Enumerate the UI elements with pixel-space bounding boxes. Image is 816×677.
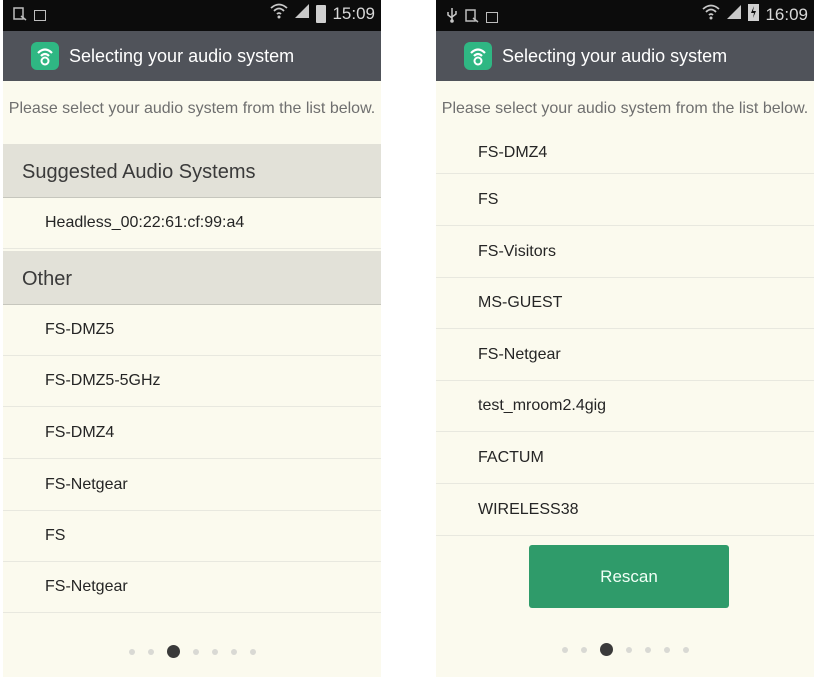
list-item[interactable]: FS [436, 175, 814, 226]
page-dot [663, 646, 670, 653]
wifi-icon [702, 4, 721, 25]
usb-icon [446, 7, 458, 28]
list-item[interactable]: FS-Netgear [3, 562, 381, 613]
list-item[interactable]: FS-DMZ4 [3, 408, 381, 459]
list-item[interactable]: MS-GUEST [436, 278, 814, 329]
image-icon [34, 10, 46, 21]
notification-icon [465, 9, 479, 26]
list-item[interactable]: FS-Visitors [436, 227, 814, 278]
section-header-suggested: Suggested Audio Systems [3, 144, 381, 198]
notification-icon [13, 7, 27, 24]
page-indicator [436, 643, 814, 656]
list-item[interactable]: FS-DMZ4 [436, 124, 814, 174]
page-dot [128, 648, 135, 655]
page-dot [682, 646, 689, 653]
page-dot [211, 648, 218, 655]
page-dot-active [166, 645, 180, 658]
page-indicator [3, 645, 381, 658]
page-dot [147, 648, 154, 655]
phone-screen-2: 16:09 Selecting your audio system Please… [436, 0, 814, 677]
list-item[interactable]: FS-DMZ5 [3, 305, 381, 356]
status-bar: 16:09 [436, 0, 814, 31]
rescan-button[interactable]: Rescan [529, 545, 729, 608]
page-dot-active [599, 643, 613, 656]
status-time: 16:09 [765, 4, 808, 24]
instruction-text: Please select your audio system from the… [8, 100, 376, 117]
page-dot [625, 646, 632, 653]
status-time: 15:09 [332, 3, 375, 23]
section-label: Suggested Audio Systems [22, 161, 256, 183]
list-item[interactable]: FS [3, 511, 381, 562]
wifi-signal-icon[interactable] [31, 42, 59, 70]
image-icon [486, 12, 498, 23]
battery-icon [316, 4, 327, 23]
list-item[interactable]: FS-Netgear [3, 460, 381, 511]
wifi-icon [270, 3, 289, 24]
app-title: Selecting your audio system [502, 46, 728, 66]
page-dot [249, 648, 256, 655]
phone-screen-1: 15:09 Selecting your audio system Please… [3, 0, 381, 677]
list-item[interactable]: Headless_00:22:61:cf:99:a4 [3, 198, 381, 249]
list-item[interactable]: FS-DMZ5-5GHz [3, 356, 381, 407]
page-dot [644, 646, 651, 653]
instruction-text: Please select your audio system from the… [441, 100, 809, 117]
signal-icon [294, 3, 310, 24]
list-item[interactable]: WIRELESS38 [436, 485, 814, 536]
battery-icon [748, 3, 760, 26]
signal-icon [726, 4, 742, 25]
app-title: Selecting your audio system [69, 46, 295, 66]
wifi-signal-icon[interactable] [464, 42, 492, 70]
page-dot [580, 646, 587, 653]
action-bar: Selecting your audio system [3, 31, 381, 81]
status-bar: 15:09 [3, 0, 381, 31]
page-dot [192, 648, 199, 655]
action-bar: Selecting your audio system [436, 31, 814, 81]
section-label: Other [22, 268, 73, 290]
list-item[interactable]: test_mroom2.4gig [436, 381, 814, 432]
page-dot [561, 646, 568, 653]
section-header-other: Other [3, 251, 381, 305]
page-dot [230, 648, 237, 655]
list-item[interactable]: FACTUM [436, 433, 814, 484]
list-item[interactable]: FS-Netgear [436, 330, 814, 381]
